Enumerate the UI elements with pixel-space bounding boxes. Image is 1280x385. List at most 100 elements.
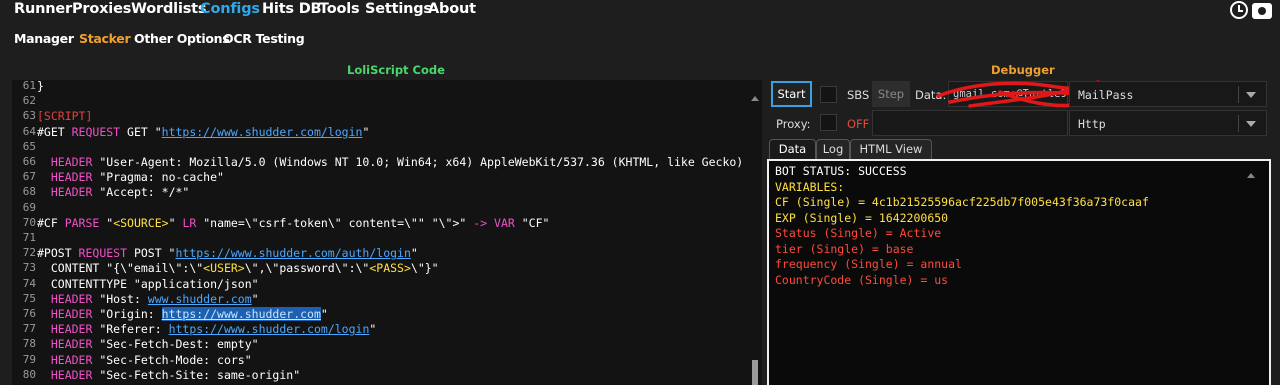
start-button[interactable]: Start [771, 81, 812, 107]
code-line: HEADER "Accept: */*" [37, 185, 189, 199]
subnav-manager[interactable]: Manager [14, 31, 74, 46]
line-number: 62 [22, 94, 36, 108]
step-button[interactable]: Step [872, 81, 910, 107]
scroll-up-icon[interactable] [1247, 173, 1255, 178]
code-token: REQUEST [78, 246, 128, 261]
code-token: HEADER [50, 322, 93, 337]
code-token: #GET [37, 124, 72, 139]
code-token: "Sec-Fetch-Dest: empty" [92, 337, 259, 352]
nav-hits-db[interactable]: Hits DB [262, 1, 322, 17]
code-line: HEADER "Host: www.shudder.com" [37, 292, 259, 306]
editor-scrollbar[interactable] [748, 88, 762, 385]
code-token: " [362, 124, 370, 139]
proxy-type-select[interactable]: Http [1069, 110, 1267, 136]
code-token: "Accept: */*" [92, 185, 190, 200]
code-token: VAR [494, 215, 515, 230]
data-input[interactable]: gmail.com:@Turtle951339 [948, 81, 1068, 107]
code-token: \"}" [410, 261, 439, 276]
code-token: "CF" [514, 215, 550, 230]
code-token: "Origin: [92, 307, 162, 321]
output-line: BOT STATUS: SUCCESS [775, 164, 907, 178]
tab-data[interactable]: Data [769, 139, 816, 159]
code-token: "User-Agent: Mozilla/5.0 (Windows NT 10.… [92, 155, 744, 169]
line-number: 74 [22, 276, 36, 290]
sbs-checkbox[interactable] [820, 86, 837, 103]
scroll-thumb[interactable] [752, 360, 758, 385]
code-token: } [37, 80, 44, 93]
output-line: VARIABLES: [775, 179, 845, 194]
code-token: #POST [37, 246, 79, 261]
line-number: 63 [22, 109, 36, 123]
debugger-output[interactable]: BOT STATUS: SUCCESS VARIABLES: CF (Single)… [767, 159, 1271, 385]
code-token: REQUEST [71, 124, 121, 139]
code-token: -> [473, 215, 488, 230]
code-token: " [369, 322, 377, 337]
main-nav: Runner Proxies Wordlists Configs Hits DB… [0, 0, 1280, 22]
camera-icon[interactable] [1252, 3, 1272, 19]
output-line: CountryCode (Single) = us [775, 272, 949, 287]
line-number: 80 [22, 367, 36, 381]
code-line: [SCRIPT] [37, 109, 92, 123]
nav-tools[interactable]: Tools [319, 1, 360, 17]
line-number: 61 [22, 80, 36, 92]
nav-runner[interactable]: Runner [14, 1, 72, 17]
line-number: 68 [22, 185, 36, 199]
code-token: \",\"password\":\" [244, 261, 370, 276]
output-line: CF (Single) = 4c1b21525596acf225db7f005e… [775, 195, 1149, 209]
code-token: https://www.shudder.com/login [161, 124, 363, 139]
line-number: 75 [22, 291, 36, 305]
code-token: <SOURCE> [113, 215, 169, 230]
code-line: HEADER "Origin: https://www.shudder.com" [37, 307, 328, 321]
wordlist-type-select[interactable]: MailPass [1069, 81, 1267, 107]
code-token: HEADER [50, 185, 93, 200]
code-token: CONTENTTYPE "application/json" [37, 276, 259, 291]
line-number: 72 [22, 246, 36, 260]
proxy-input[interactable] [872, 110, 1068, 136]
proxy-label: Proxy: [776, 117, 811, 131]
proxy-type-value: Http [1078, 117, 1106, 131]
nav-proxies[interactable]: Proxies [72, 1, 131, 17]
nav-settings[interactable]: Settings [365, 1, 432, 17]
proxy-checkbox[interactable] [820, 114, 837, 131]
code-token: GET " [120, 124, 162, 139]
line-number: 79 [22, 352, 36, 366]
code-line: HEADER "Sec-Fetch-Mode: cors" [37, 353, 252, 367]
code-token: [SCRIPT] [37, 109, 93, 124]
subnav-stacker[interactable]: Stacker [79, 31, 131, 46]
code-token: " [168, 215, 183, 230]
code-line: CONTENTTYPE "application/json" [37, 277, 259, 291]
data-label: Data: [915, 88, 947, 102]
line-number: 64 [22, 124, 36, 138]
code-token: HEADER [50, 291, 93, 306]
line-number: 69 [22, 200, 36, 214]
line-number: 78 [22, 337, 36, 351]
code-token: "name=\"csrf-token\" content=\"" "\">" [196, 215, 474, 230]
subnav-ocr-testing[interactable]: OCR Testing [223, 31, 305, 46]
tab-log[interactable]: Log [816, 139, 850, 159]
tab-html-view[interactable]: HTML View [850, 139, 932, 159]
history-icon[interactable] [1230, 1, 1248, 19]
code-token: LR [182, 215, 197, 230]
subnav-other-options[interactable]: Other Options [134, 31, 230, 46]
chevron-down-icon[interactable] [1238, 86, 1262, 103]
nav-about[interactable]: About [428, 1, 476, 17]
code-editor[interactable]: 61 62 63 64 65 66 67 68 69 70 71 72 73 74 75 76 77 78 79 80… [12, 80, 762, 385]
code-token: "Referer: [92, 322, 169, 337]
code-token: " [320, 307, 328, 321]
output-line: tier (Single) = base [775, 241, 914, 256]
code-line: HEADER "Pragma: no-cache" [37, 170, 224, 184]
nav-configs[interactable]: Configs [200, 1, 260, 17]
nav-wordlists[interactable]: Wordlists [131, 1, 207, 17]
code-token: www.shudder.com [147, 291, 252, 306]
code-token: PARSE [64, 215, 100, 230]
code-token: POST " [127, 246, 176, 261]
chevron-down-icon[interactable] [1238, 115, 1262, 132]
scroll-up-icon[interactable] [751, 96, 759, 101]
line-number: 66 [22, 155, 36, 168]
